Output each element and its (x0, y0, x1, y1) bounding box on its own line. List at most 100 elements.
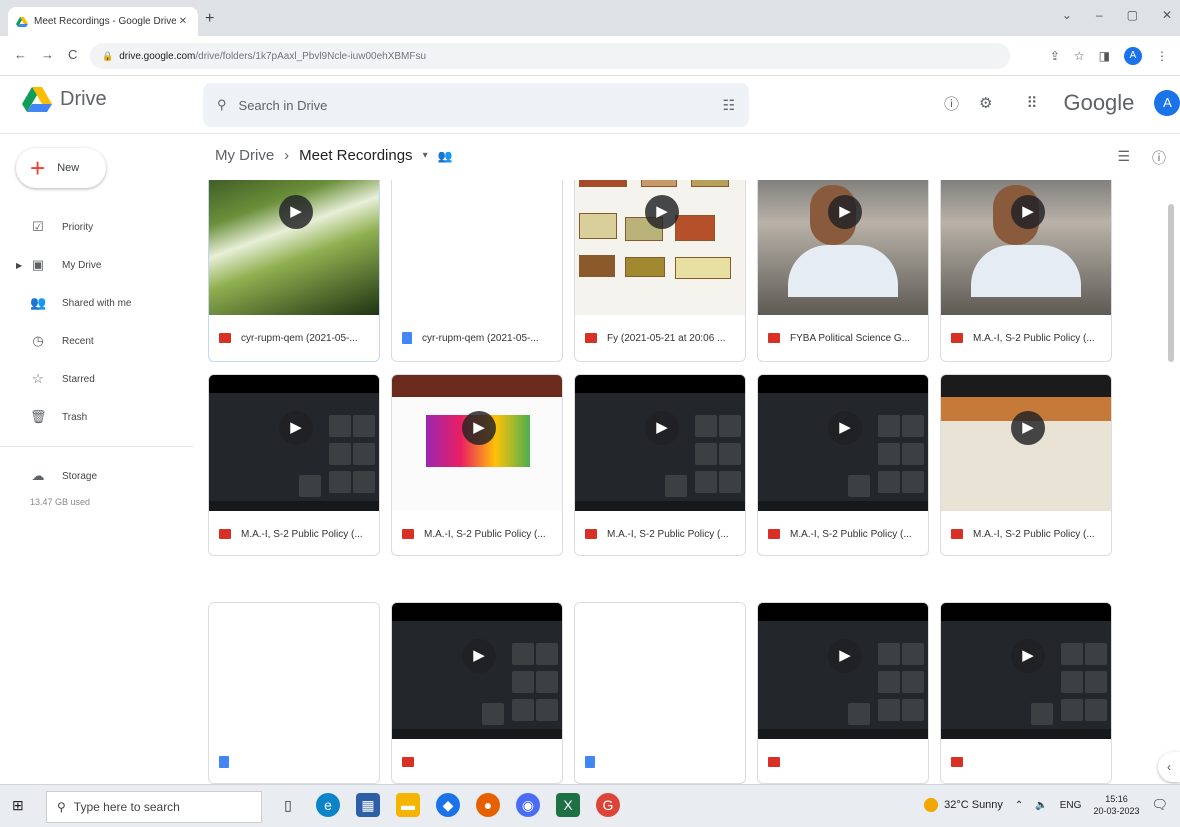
search-input[interactable]: ⚲ Search in Drive ☷ (203, 83, 749, 127)
language[interactable]: ENG (1060, 800, 1082, 811)
shared-folder-icon[interactable]: 👥 (438, 149, 453, 163)
chevron-down-icon[interactable]: ⌄ (1062, 8, 1072, 22)
app-icon[interactable]: ◆ (436, 793, 460, 817)
file-card[interactable]: ▶ M.A.-I, S-2 Public Policy (... (208, 374, 380, 556)
browser-tab[interactable]: Meet Recordings - Google Drive ✕ (8, 7, 198, 36)
play-icon[interactable]: ▶ (279, 195, 313, 229)
play-icon[interactable]: ▶ (462, 639, 496, 673)
list-view-icon[interactable]: ☰ (1117, 148, 1130, 168)
drive-logo[interactable]: Drive (22, 86, 107, 112)
store-icon[interactable]: ▦ (356, 793, 380, 817)
sidebar-nav: ☑ Priority ▶ ▣ My Drive 👥 Shared with me… (0, 208, 200, 507)
excel-icon[interactable]: X (556, 793, 580, 817)
apps-grid-icon[interactable]: ⠿ (1026, 94, 1037, 112)
search-icon[interactable]: ⚲ (217, 97, 227, 113)
file-caption: FYBA Political Science G... (758, 315, 928, 361)
settings-gear-icon[interactable]: ⚙ (979, 94, 992, 112)
doc-file-icon (402, 332, 412, 344)
clock[interactable]: 15:16 20-03-2023 (1093, 793, 1139, 817)
help-icon[interactable]: ⓘ (944, 93, 959, 114)
sidepanel-icon[interactable]: ◨ (1099, 49, 1110, 63)
file-card[interactable]: ▶ M.A.-I, S-2 Public Policy (... (574, 374, 746, 556)
firefox-icon[interactable]: ● (476, 793, 500, 817)
task-view-icon[interactable]: ▯ (276, 793, 300, 817)
doc-file-icon (219, 756, 229, 768)
play-icon[interactable]: ▶ (279, 411, 313, 445)
sidebar-item-storage[interactable]: ☁ Storage (0, 457, 200, 495)
tray-chevron-icon[interactable]: ⌃ (1015, 800, 1023, 811)
share-icon[interactable]: ⇪ (1050, 49, 1060, 63)
file-card[interactable]: cyr-rupm-qem (2021-05-... (391, 180, 563, 362)
sidebar-item-priority[interactable]: ☑ Priority (0, 208, 200, 246)
menu-dots-icon[interactable]: ⋮ (1156, 49, 1168, 63)
volume-icon[interactable]: 🔈 (1035, 800, 1047, 811)
sidebar-item-starred[interactable]: ☆ Starred (0, 360, 200, 398)
forward-icon[interactable]: → (41, 47, 54, 62)
back-icon[interactable]: ← (14, 47, 27, 62)
browser-tab-bar: Meet Recordings - Google Drive ✕ + ⌄ – ▢… (0, 0, 1180, 36)
file-card[interactable]: ▶ (391, 602, 563, 784)
file-card[interactable]: ▶ M.A.-I, S-2 Public Policy (... (940, 374, 1112, 556)
breadcrumb-root[interactable]: My Drive (215, 147, 274, 164)
file-card[interactable]: ▶ M.A.-I, S-2 Public Policy (... (940, 180, 1112, 362)
maximize-icon[interactable]: ▢ (1127, 8, 1138, 22)
file-caption: M.A.-I, S-2 Public Policy (... (941, 511, 1111, 555)
play-icon[interactable]: ▶ (462, 411, 496, 445)
file-explorer-icon[interactable]: ▬ (396, 793, 420, 817)
video-file-icon (768, 757, 780, 767)
play-icon[interactable]: ▶ (1011, 411, 1045, 445)
sidebar-item-recent[interactable]: ◷ Recent (0, 322, 200, 360)
file-caption: M.A.-I, S-2 Public Policy (... (392, 511, 562, 555)
file-card[interactable]: ▶ (940, 602, 1112, 784)
close-window-icon[interactable]: ✕ (1162, 8, 1172, 22)
file-thumbnail: ▶ (941, 375, 1111, 511)
close-tab-icon[interactable]: ✕ (176, 16, 190, 27)
file-card[interactable]: ▶ M.A.-I, S-2 Public Policy (... (757, 374, 929, 556)
bookmark-star-icon[interactable]: ☆ (1074, 49, 1085, 63)
edge-browser-icon[interactable]: e (316, 793, 340, 817)
file-card[interactable]: ▶ cyr-rupm-qem (2021-05-... (208, 180, 380, 362)
sidebar-item-shared[interactable]: 👥 Shared with me (0, 284, 200, 322)
collapse-panel-icon[interactable]: ‹ (1158, 752, 1180, 782)
file-card[interactable]: ▶ Fy (2021-05-21 at 20:06 ... (574, 180, 746, 362)
sidebar-item-trash[interactable]: 🗑 Trash (0, 398, 200, 436)
weather-widget[interactable]: 32°C Sunny (924, 798, 1003, 812)
cloud-icon: ☁ (31, 468, 45, 483)
new-tab-icon[interactable]: + (205, 10, 214, 28)
app-icon[interactable]: ◉ (516, 793, 540, 817)
play-icon[interactable]: ▶ (828, 411, 862, 445)
profile-avatar[interactable]: A (1124, 47, 1142, 65)
file-thumbnail: ▶ (575, 180, 745, 315)
windows-start-icon[interactable]: ⊞ (12, 797, 30, 815)
expand-caret-icon[interactable]: ▶ (16, 261, 22, 270)
play-icon[interactable]: ▶ (1011, 195, 1045, 229)
file-card[interactable]: ▶ (757, 602, 929, 784)
play-icon[interactable]: ▶ (828, 639, 862, 673)
url-input[interactable]: 🔒 drive.google.com/drive/folders/1k7pAax… (90, 43, 1010, 69)
chrome-icon[interactable]: G (596, 793, 620, 817)
breadcrumb-current[interactable]: Meet Recordings (299, 147, 412, 164)
recent-icon: ◷ (32, 333, 44, 348)
file-card[interactable] (574, 602, 746, 784)
search-options-icon[interactable]: ☷ (722, 97, 735, 114)
new-button[interactable]: + New (16, 148, 106, 188)
notification-icon[interactable]: 🗨 (1151, 797, 1168, 813)
taskbar-search-input[interactable]: ⚲ Type here to search (46, 791, 262, 823)
folder-dropdown-icon[interactable]: ▾ (423, 150, 428, 161)
view-controls: ☰ ⓘ (1117, 148, 1166, 168)
account-avatar[interactable]: A (1154, 90, 1180, 116)
file-card[interactable]: ▶ FYBA Political Science G... (757, 180, 929, 362)
play-icon[interactable]: ▶ (1011, 639, 1045, 673)
play-icon[interactable]: ▶ (645, 411, 679, 445)
file-card[interactable]: ▶ M.A.-I, S-2 Public Policy (... (391, 374, 563, 556)
sidebar: + New ☑ Priority ▶ ▣ My Drive 👥 Shared w… (0, 134, 200, 784)
details-info-icon[interactable]: ⓘ (1152, 148, 1166, 168)
play-icon[interactable]: ▶ (828, 195, 862, 229)
minimize-icon[interactable]: – (1096, 8, 1103, 22)
file-caption: M.A.-I, S-2 Public Policy (... (941, 315, 1111, 361)
play-icon[interactable]: ▶ (645, 195, 679, 229)
sidebar-item-my-drive[interactable]: ▶ ▣ My Drive (0, 246, 200, 284)
scrollbar[interactable] (1168, 204, 1174, 362)
file-card[interactable] (208, 602, 380, 784)
reload-icon[interactable]: C (68, 47, 77, 62)
